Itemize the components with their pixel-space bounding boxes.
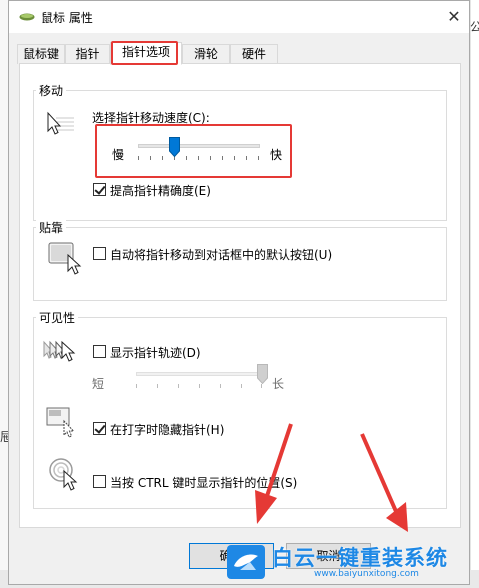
visibility-group-title: 可见性 (36, 309, 79, 326)
pointer-speed-icon (47, 111, 74, 135)
enhance-precision-label[interactable]: 提高指针精确度(E) (110, 182, 211, 199)
tab-pointers[interactable]: 指针 (65, 44, 110, 64)
highlight-box-tab (111, 41, 178, 65)
snap-to-group-title: 贴靠 (36, 219, 67, 236)
background-window-left (0, 0, 8, 588)
snap-to-icon (48, 242, 82, 275)
highlight-box-speed (95, 124, 292, 178)
trails-long-label: 长 (272, 377, 285, 391)
annotation-arrow-cancel (360, 433, 408, 532)
show-location-ctrl-checkbox[interactable] (93, 475, 106, 488)
pointer-trails-icon (43, 340, 76, 362)
snap-to-default-checkbox[interactable] (93, 247, 106, 260)
background-window-right (470, 0, 479, 588)
trails-tick-marks (136, 384, 262, 388)
tab-hardware[interactable]: 硬件 (230, 44, 278, 64)
tab-wheel[interactable]: 滑轮 (182, 44, 230, 64)
title-bar[interactable]: 鼠标 属性 ✕ (9, 1, 469, 33)
snap-to-default-label[interactable]: 自动将指针移动到对话框中的默认按钮(U) (110, 246, 332, 263)
pointer-trails-checkbox[interactable] (93, 345, 106, 358)
show-location-ctrl-icon (49, 458, 78, 491)
close-icon: ✕ (447, 7, 461, 26)
pointer-trails-slider (136, 372, 262, 376)
annotation-arrow-ok (255, 423, 293, 524)
pointer-trails-thumb (256, 364, 268, 384)
hide-while-typing-icon (46, 407, 75, 438)
window-title: 鼠标 属性 (41, 11, 93, 25)
trails-short-label: 短 (92, 377, 105, 391)
hide-while-typing-label[interactable]: 在打字时隐藏指针(H) (110, 421, 224, 438)
tab-buttons[interactable]: 鼠标键 (17, 44, 65, 64)
motion-group-title: 移动 (36, 82, 67, 99)
pointer-trails-label[interactable]: 显示指针轨迹(D) (110, 344, 201, 361)
watermark-brand: 白云一键重装系统 (272, 546, 448, 570)
close-button[interactable]: ✕ (439, 3, 469, 31)
mouse-icon (19, 13, 35, 21)
watermark: 白云一键重装系统 www.baiyunxitong.com (222, 542, 474, 582)
bird-logo-icon (227, 545, 265, 579)
watermark-url: www.baiyunxitong.com (314, 569, 419, 579)
snap-to-group (33, 227, 447, 301)
background-text-fragment: 公 (470, 20, 479, 34)
hide-while-typing-checkbox[interactable] (93, 422, 106, 435)
enhance-precision-checkbox[interactable] (93, 183, 106, 196)
